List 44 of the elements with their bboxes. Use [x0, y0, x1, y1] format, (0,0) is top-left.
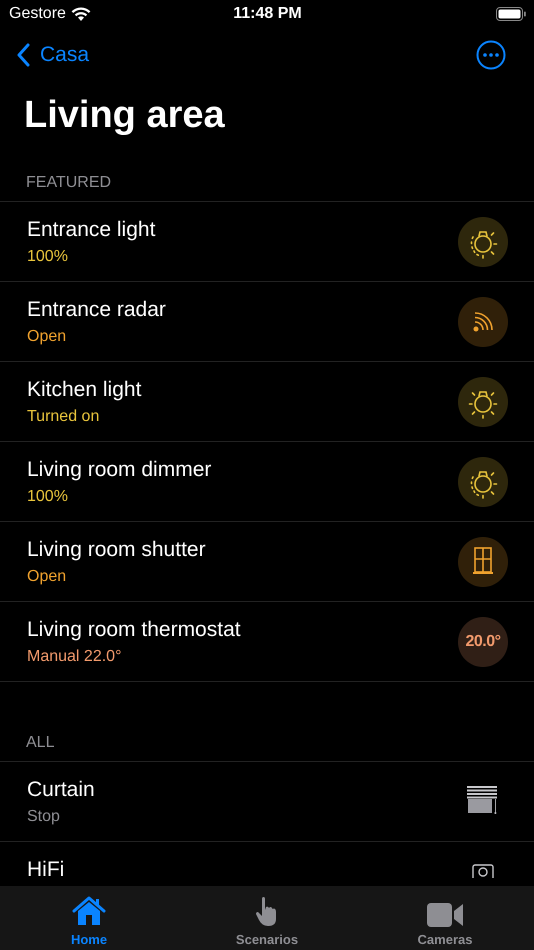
clock: 11:48 PM — [233, 5, 302, 23]
device-row[interactable]: Entrance light 100% — [0, 202, 534, 282]
chevron-left-icon — [16, 43, 30, 67]
house-icon — [71, 896, 107, 928]
section-header: ALL — [26, 734, 54, 752]
battery-icon — [496, 7, 526, 21]
page-title: Living area — [24, 93, 226, 138]
tab-item[interactable]: Scenarios — [178, 886, 356, 950]
device-name: Entrance radar — [27, 298, 166, 322]
device-status: Stop — [27, 808, 61, 826]
light-bulb-icon — [458, 216, 508, 266]
device-row[interactable]: Living room thermostat Manual 22.0° 20.0° — [0, 602, 534, 682]
device-name: Living room shutter — [27, 538, 206, 562]
more-icon[interactable] — [476, 40, 506, 70]
device-name: Entrance light — [27, 218, 156, 242]
device-status: Turned on — [27, 408, 100, 426]
device-status: Open — [27, 328, 68, 346]
video-camera-icon — [426, 902, 464, 928]
light-bulb-icon — [458, 376, 508, 426]
signal-waves-icon — [458, 296, 508, 346]
light-bulb-icon — [458, 456, 508, 506]
device-status: Open — [27, 568, 68, 586]
tab-item[interactable]: Home — [0, 886, 178, 950]
section-header: FEATURED — [26, 174, 112, 192]
device-name: Curtain — [27, 778, 95, 802]
device-status: 100% — [27, 488, 69, 506]
device-status: Manual 22.0° — [27, 648, 122, 666]
speaker-icon — [472, 864, 494, 878]
device-row[interactable]: Kitchen light Turned on — [0, 362, 534, 442]
device-row[interactable]: Entrance radar Open — [0, 282, 534, 362]
device-row[interactable]: Living room dimmer 100% — [0, 442, 534, 522]
back-button[interactable]: Casa — [16, 43, 90, 67]
device-name: HiFi — [27, 858, 64, 882]
device-name: Kitchen light — [27, 378, 142, 402]
device-row[interactable]: Living room shutter Open — [0, 522, 534, 602]
device-name: Living room dimmer — [27, 458, 212, 482]
carrier-name: Gestore — [9, 5, 66, 23]
wifi-icon — [70, 6, 91, 22]
device-row[interactable]: Curtain Stop — [0, 762, 534, 842]
window-icon — [458, 536, 508, 586]
device-status: 100% — [27, 248, 69, 266]
temperature-badge: 20.0° — [458, 616, 508, 666]
tab-item[interactable]: Cameras — [356, 886, 534, 950]
device-name: Living room thermostat — [27, 618, 241, 642]
